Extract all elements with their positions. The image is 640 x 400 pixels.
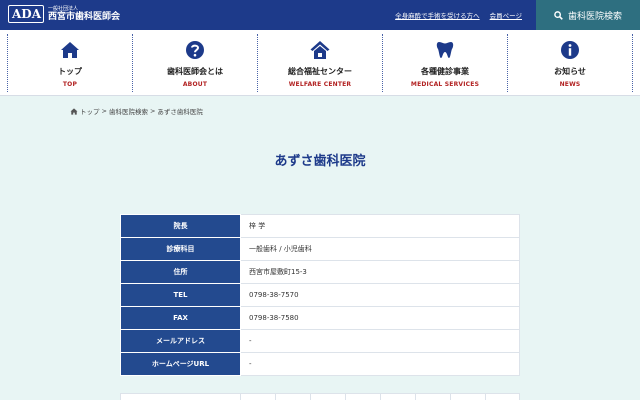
home-icon [70,107,78,115]
nav-item-top[interactable]: トップ TOP [7,34,132,92]
tooth-icon [436,42,454,58]
schedule-cell [276,394,311,400]
breadcrumb-separator: > [149,107,156,115]
org-name: 西宮市歯科医師会 [48,11,121,22]
nav-item-news[interactable]: お知らせ NEWS [507,34,633,92]
table-row: ホームページURL - [120,352,520,376]
schedule-cell [241,394,276,400]
schedule-cell [346,394,381,400]
row-label: 院長 [120,214,241,238]
row-value: 一般歯科 / 小児歯科 [240,237,520,261]
schedule-cell [311,394,346,400]
row-value: - [240,329,520,353]
nav-label-en: MEDICAL SERVICES [410,81,480,88]
nav-label: 各種健診事業 [421,67,469,76]
nav-item-welfare-center[interactable]: 総合福祉センター WELFARE CENTER [257,34,382,92]
breadcrumb-separator: > [101,107,107,115]
nav-label: 総合福祉センター [288,67,352,76]
clinic-info-table: 院長 梓 学 診療科目 一般歯科 / 小児歯科 住所 西宮市屋敷町15-3 TE… [120,214,520,376]
house-icon [310,41,330,59]
row-label: TEL [120,283,241,307]
nav-item-about[interactable]: 歯科医師会とは ABOUT [132,34,257,92]
site-logo[interactable]: ADA 一般社団法人 西宮市歯科医師会 [8,5,120,23]
row-label: 住所 [120,260,241,284]
row-value: 西宮市屋敷町15-3 [240,260,520,284]
row-value: 梓 学 [240,214,520,238]
nav-label-en: WELFARE CENTER [288,81,352,88]
row-value: - [240,352,520,376]
schedule-table [120,393,520,400]
schedule-cell [416,394,451,400]
breadcrumb: トップ > 歯科医院検索 > あずさ歯科医院 [70,106,203,116]
logo-mark-text: ADA [12,7,42,21]
table-row: FAX 0798-38-7580 [120,306,520,330]
table-row: 住所 西宮市屋敷町15-3 [120,260,520,284]
nav-label-en: TOP [62,81,78,88]
clinic-search-button[interactable]: 歯科医院検索 [536,0,640,30]
table-row: 診療科目 一般歯科 / 小児歯科 [120,237,520,261]
question-icon [186,41,204,59]
global-nav: トップ TOP 歯科医師会とは ABOUT 総合福祉センター WELFARE C… [0,30,640,96]
page-title: あずさ歯科医院 [274,154,366,169]
table-row: メールアドレス - [120,329,520,353]
nav-label: お知らせ [554,67,586,76]
row-value: 0798-38-7580 [240,306,520,330]
table-row: TEL 0798-38-7570 [120,283,520,307]
breadcrumb-top-link[interactable]: トップ [80,106,100,116]
nav-label-en: NEWS [559,81,581,88]
anesthesia-link[interactable]: 全身麻酔で手術を受ける方へ [395,10,480,20]
row-label: FAX [120,306,241,330]
nav-label: 歯科医師会とは [167,67,223,76]
member-page-link[interactable]: 会員ページ [490,10,522,20]
search-icon [554,10,563,20]
header-bar: ADA 一般社団法人 西宮市歯科医師会 全身麻酔で手術を受ける方へ 会員ページ … [0,0,640,30]
table-row: 院長 梓 学 [120,214,520,238]
row-label: ホームページURL [120,352,241,376]
row-value[interactable]: 0798-38-7570 [240,283,520,307]
row-label: 診療科目 [120,237,241,261]
schedule-cell [121,394,241,400]
nav-label: トップ [58,67,82,76]
breadcrumb-search-link[interactable]: 歯科医院検索 [109,106,148,116]
schedule-cell [451,394,486,400]
nav-item-medical-services[interactable]: 各種健診事業 MEDICAL SERVICES [382,34,507,92]
ada-logo-mark: ADA [8,5,44,23]
clinic-search-label: 歯科医院検索 [567,11,622,22]
nav-label-en: ABOUT [182,81,208,88]
row-label: メールアドレス [120,329,241,353]
schedule-cell [381,394,416,400]
info-icon [561,41,579,59]
home-icon [61,42,79,58]
breadcrumb-current: あずさ歯科医院 [157,108,203,116]
